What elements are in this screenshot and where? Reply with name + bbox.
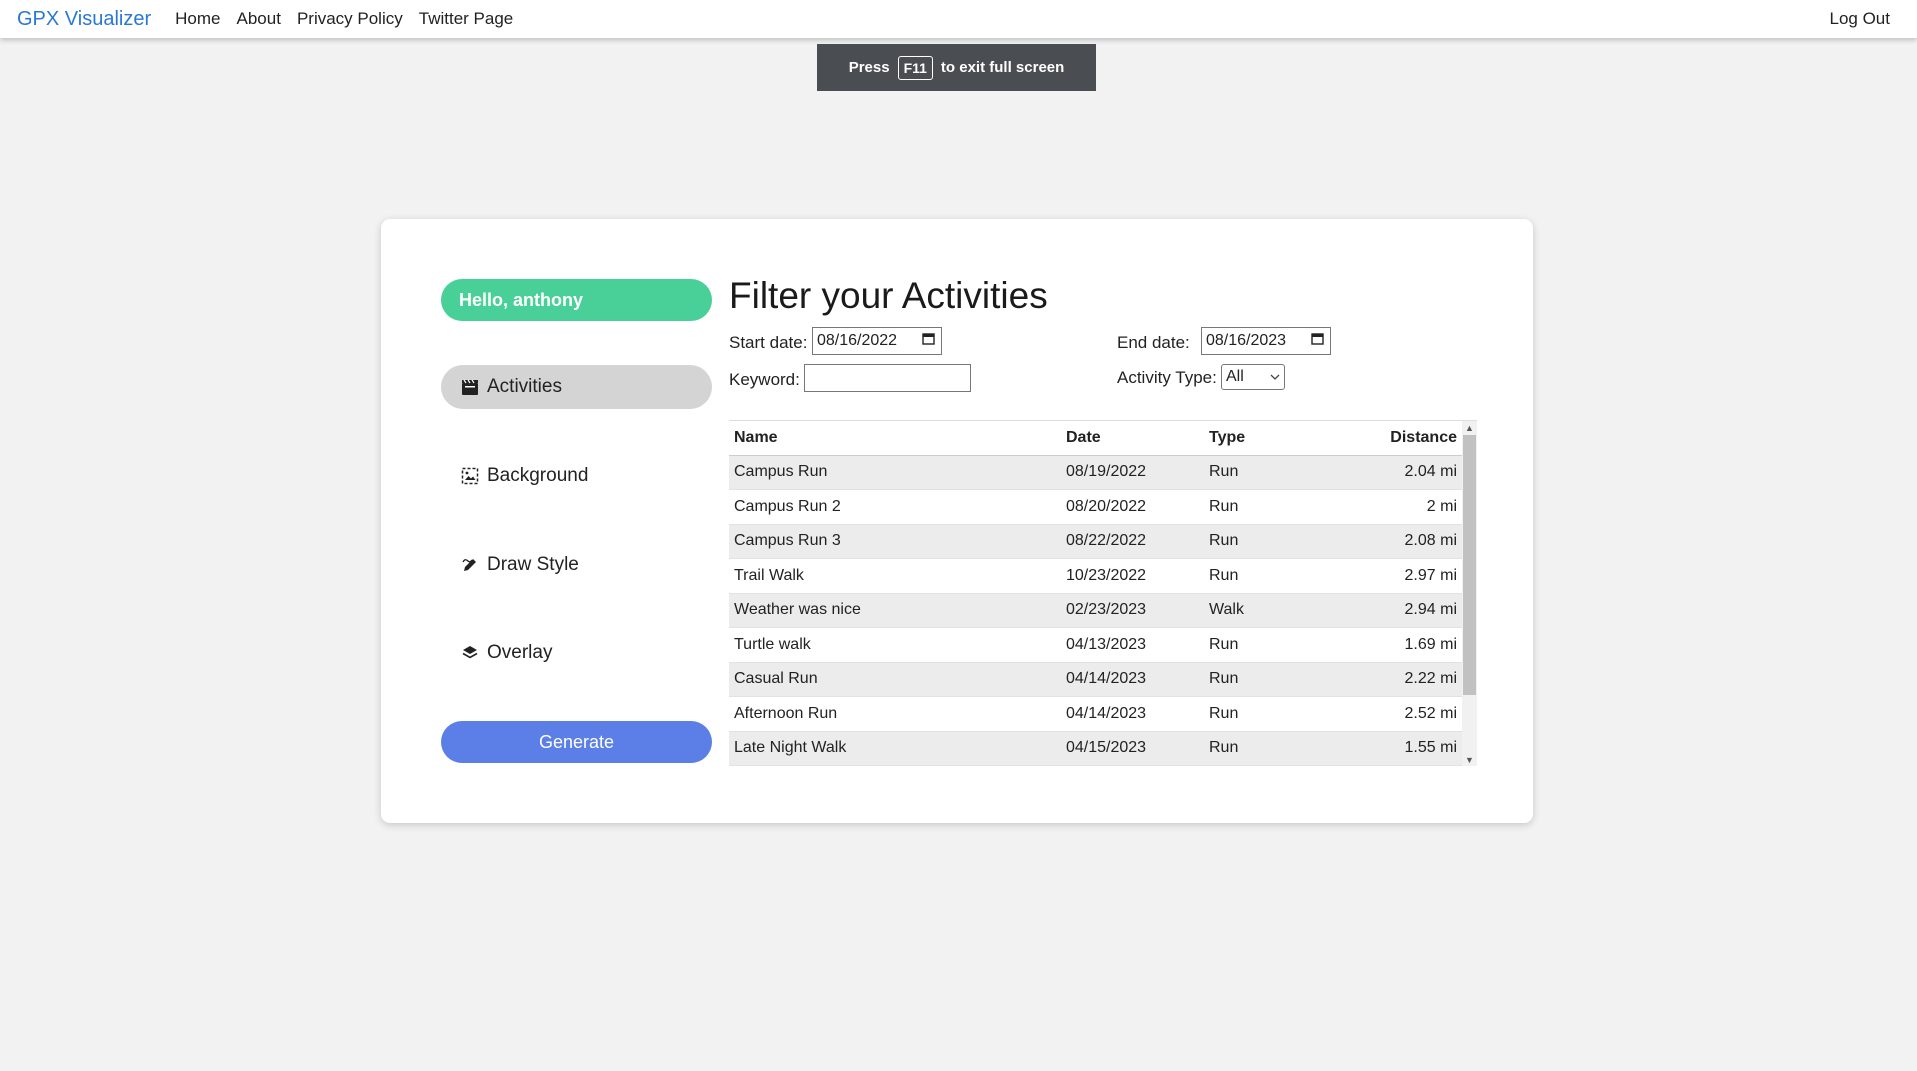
cell-date: 10/23/2022	[1061, 558, 1204, 594]
activity-type-label: Activity Type:	[1117, 368, 1217, 387]
draw-icon	[459, 554, 481, 576]
cell-type: Run	[1204, 558, 1324, 594]
table-row[interactable]: Trail Walk 10/23/2022 Run 2.97 mi	[729, 558, 1462, 594]
sidebar-item-overlay[interactable]: Overlay	[441, 631, 712, 675]
column-header-date[interactable]: Date	[1061, 421, 1204, 456]
cell-type: Walk	[1204, 593, 1324, 628]
sidebar-item-background[interactable]: Background	[441, 454, 712, 498]
cell-name: Campus Run 2	[729, 489, 1061, 525]
logout-link[interactable]: Log Out	[1830, 9, 1891, 29]
cell-name: Campus Run	[729, 455, 1061, 490]
table-row[interactable]: Campus Run 3 08/22/2022 Run 2.08 mi	[729, 524, 1462, 559]
cell-distance: 2.97 mi	[1324, 558, 1462, 594]
cell-name: Afternoon Run	[729, 696, 1061, 732]
table-scrollbar[interactable]: ▲ ▼	[1462, 421, 1477, 766]
activity-type-value: All	[1226, 368, 1244, 385]
toast-press-text: Press	[848, 59, 890, 76]
cell-type: Run	[1204, 627, 1324, 663]
greeting-banner: Hello, anthony	[441, 279, 712, 321]
cell-date: 08/22/2022	[1061, 524, 1204, 559]
table-row[interactable]: Turtle walk 04/13/2023 Run 1.69 mi	[729, 627, 1462, 663]
table-row[interactable]: Late Night Walk 04/15/2023 Run 1.55 mi	[729, 731, 1462, 766]
calendar-icon[interactable]	[1311, 332, 1324, 350]
activity-type-select[interactable]: All	[1221, 364, 1285, 390]
cell-date: 04/13/2023	[1061, 627, 1204, 663]
chevron-down-icon	[1270, 368, 1280, 386]
cell-name: Casual Run	[729, 662, 1061, 697]
cell-date: 04/15/2023	[1061, 731, 1204, 766]
column-header-distance[interactable]: Distance	[1324, 421, 1462, 456]
cell-date: 08/20/2022	[1061, 489, 1204, 525]
calendar-icon[interactable]	[922, 332, 935, 350]
generate-button[interactable]: Generate	[441, 721, 712, 763]
cell-distance: 2.22 mi	[1324, 662, 1462, 697]
cell-date: 04/14/2023	[1061, 662, 1204, 697]
cell-name: Trail Walk	[729, 558, 1061, 594]
end-date-label: End date:	[1117, 333, 1190, 352]
cell-date: 04/14/2023	[1061, 696, 1204, 732]
cell-distance: 2.52 mi	[1324, 696, 1462, 732]
sidebar-item-label: Overlay	[487, 642, 553, 663]
start-date-label: Start date:	[729, 333, 808, 352]
cell-name: Campus Run 3	[729, 524, 1061, 559]
cell-distance: 1.55 mi	[1324, 731, 1462, 766]
nav-twitter-link[interactable]: Twitter Page	[419, 9, 514, 29]
table-row[interactable]: Afternoon Run 04/14/2023 Run 2.52 mi	[729, 696, 1462, 732]
cell-type: Run	[1204, 662, 1324, 697]
table-header-row: Name Date Type Distance	[729, 421, 1462, 456]
cell-distance: 2.04 mi	[1324, 455, 1462, 490]
cell-distance: 2.94 mi	[1324, 593, 1462, 628]
keyword-label: Keyword:	[729, 370, 800, 389]
toast-message-text: to exit full screen	[940, 59, 1065, 76]
keyword-input[interactable]	[804, 364, 971, 392]
scroll-up-arrow-icon[interactable]: ▲	[1462, 421, 1477, 435]
brand-link[interactable]: GPX Visualizer	[17, 8, 151, 31]
cell-distance: 2.08 mi	[1324, 524, 1462, 559]
table-row[interactable]: Weather was nice 02/23/2023 Walk 2.94 mi	[729, 593, 1462, 628]
nav-privacy-link[interactable]: Privacy Policy	[297, 9, 403, 29]
cell-type: Run	[1204, 455, 1324, 490]
table-row[interactable]: Casual Run 04/14/2023 Run 2.22 mi	[729, 662, 1462, 697]
cell-type: Run	[1204, 489, 1324, 525]
column-header-type[interactable]: Type	[1204, 421, 1324, 456]
sidebar-item-label: Background	[487, 465, 589, 486]
cell-date: 02/23/2023	[1061, 593, 1204, 628]
sidebar-item-label: Activities	[487, 376, 562, 397]
sidebar-item-draw-style[interactable]: Draw Style	[441, 543, 712, 587]
main-card: Hello, anthony Activities Background Dra…	[381, 219, 1533, 823]
activities-table-container[interactable]: Name Date Type Distance Campus Run 08/19/…	[729, 420, 1477, 766]
cell-type: Run	[1204, 524, 1324, 559]
end-date-value: 08/16/2023	[1206, 332, 1287, 349]
table-row[interactable]: Campus Run 2 08/20/2022 Run 2 mi	[729, 489, 1462, 525]
toast-key-badge: F11	[897, 55, 933, 80]
cell-distance: 1.69 mi	[1324, 627, 1462, 663]
cell-name: Late Night Walk	[729, 731, 1061, 766]
activities-table: Name Date Type Distance Campus Run 08/19/…	[729, 421, 1462, 766]
column-header-name[interactable]: Name	[729, 421, 1061, 456]
start-date-input[interactable]: 08/16/2022	[812, 327, 942, 355]
activities-icon	[459, 376, 481, 398]
cell-name: Turtle walk	[729, 627, 1061, 663]
fullscreen-toast: Press F11 to exit full screen	[817, 44, 1096, 91]
top-navbar: GPX Visualizer Home About Privacy Policy…	[0, 0, 1917, 38]
cell-distance: 2 mi	[1324, 489, 1462, 525]
sidebar-item-label: Draw Style	[487, 554, 579, 575]
scroll-down-arrow-icon[interactable]: ▼	[1462, 753, 1477, 766]
cell-type: Run	[1204, 696, 1324, 732]
page-title: Filter your Activities	[729, 275, 1048, 316]
cell-type: Run	[1204, 731, 1324, 766]
greeting-text: Hello, anthony	[459, 289, 584, 310]
end-date-input[interactable]: 08/16/2023	[1201, 327, 1331, 355]
cell-date: 08/19/2022	[1061, 455, 1204, 490]
image-icon	[459, 465, 481, 487]
table-row[interactable]: Campus Run 08/19/2022 Run 2.04 mi	[729, 455, 1462, 490]
scrollbar-thumb[interactable]	[1463, 435, 1476, 695]
cell-name: Weather was nice	[729, 593, 1061, 628]
start-date-value: 08/16/2022	[817, 332, 898, 349]
layers-icon	[459, 642, 481, 664]
nav-home-link[interactable]: Home	[175, 9, 220, 29]
nav-about-link[interactable]: About	[237, 9, 281, 29]
sidebar-item-activities[interactable]: Activities	[441, 365, 712, 409]
